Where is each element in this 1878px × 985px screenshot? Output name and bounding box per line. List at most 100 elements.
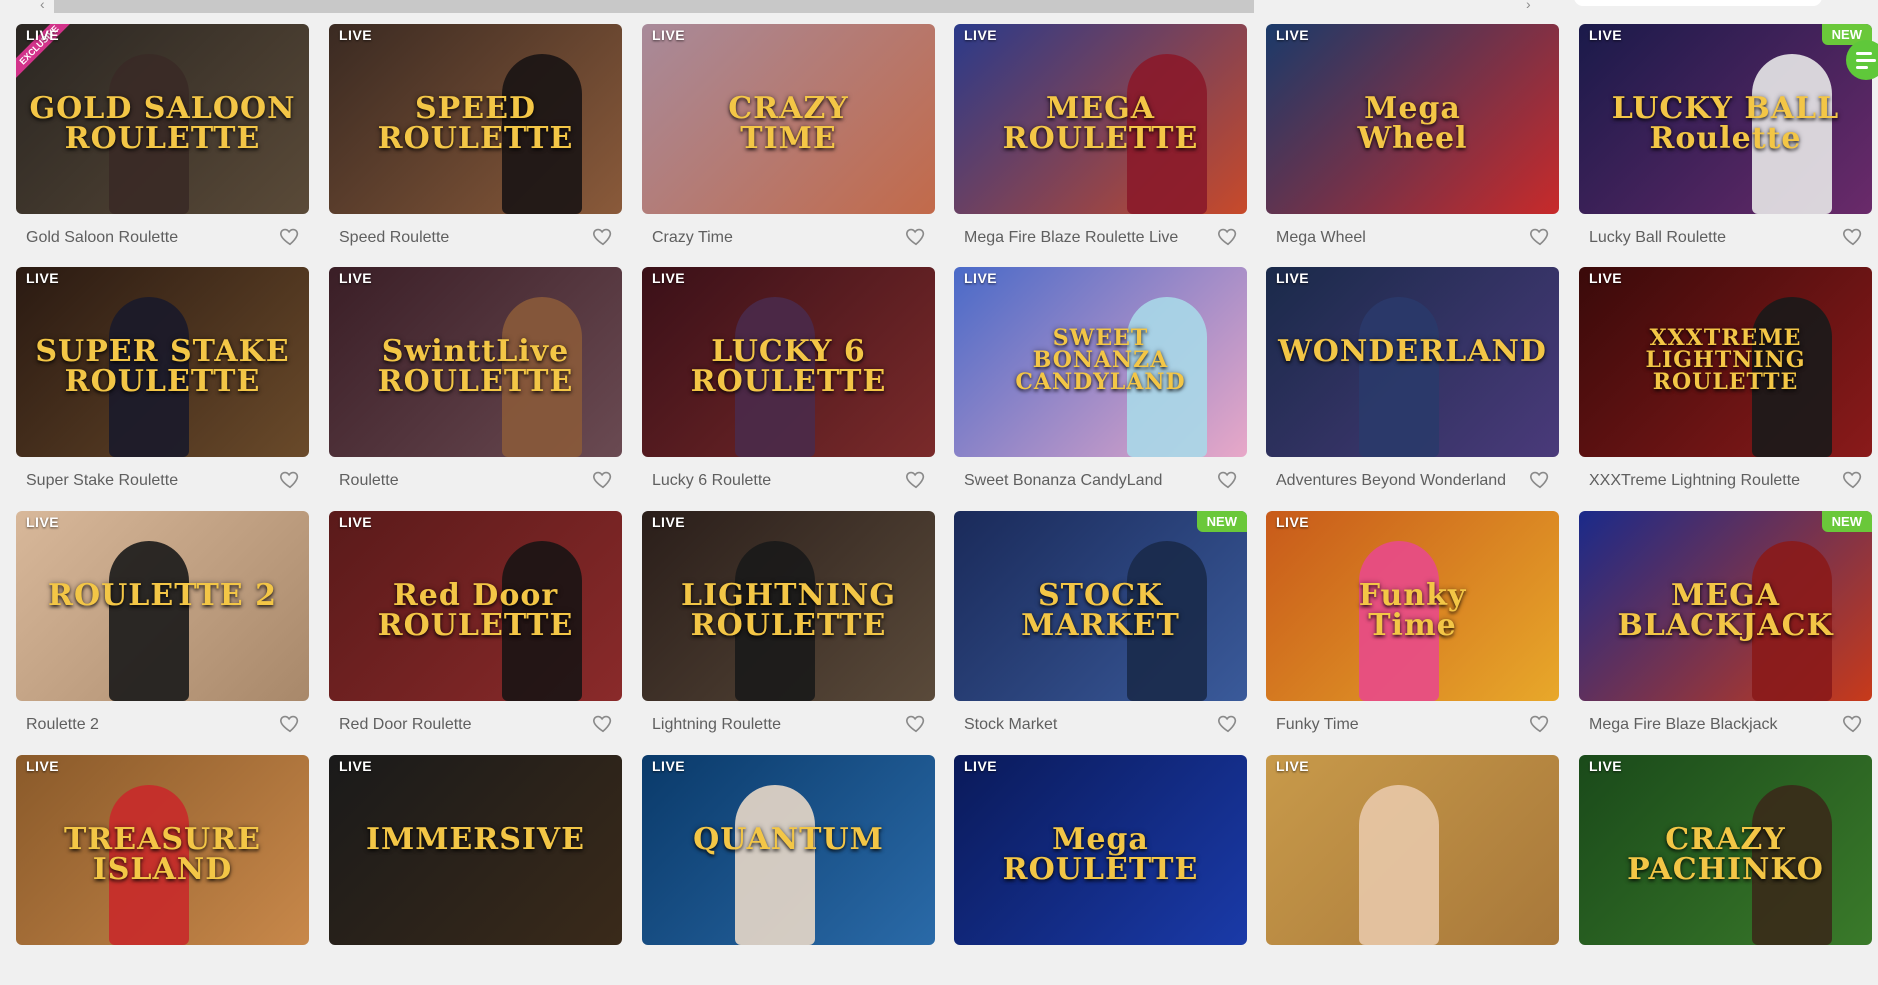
favorite-heart-icon[interactable]: [279, 712, 301, 734]
favorite-heart-icon[interactable]: [1842, 712, 1864, 734]
presenter-image: [1359, 785, 1439, 945]
game-card[interactable]: Mega ROULETTE LIVE: [954, 755, 1247, 985]
game-title[interactable]: Super Stake Roulette: [26, 472, 271, 490]
game-title[interactable]: Lightning Roulette: [652, 716, 897, 734]
live-badge: LIVE: [652, 270, 686, 286]
presenter-image: [109, 541, 189, 701]
game-card[interactable]: QUANTUM LIVE: [642, 755, 935, 985]
game-card[interactable]: LUCKY BALL Roulette LIVE NEW Lucky Ball Rou…: [1579, 24, 1872, 254]
game-thumbnail[interactable]: MEGA BLACKJACK NEW: [1579, 511, 1872, 701]
game-thumbnail[interactable]: Mega ROULETTE LIVE: [954, 755, 1247, 945]
game-thumbnail[interactable]: WONDERLAND LIVE: [1266, 267, 1559, 457]
scroll-left-icon[interactable]: ‹: [40, 0, 45, 11]
menu-icon: [1856, 52, 1872, 55]
game-thumbnail[interactable]: CRAZY PACHINKO LIVE: [1579, 755, 1872, 945]
favorite-heart-icon[interactable]: [592, 225, 614, 247]
game-logo: ROULETTE 2: [48, 578, 277, 613]
new-badge: NEW: [1821, 511, 1872, 532]
game-card[interactable]: SwinttLive ROULETTE LIVE Roulette: [329, 267, 622, 497]
favorite-heart-icon[interactable]: [1529, 225, 1551, 247]
favorite-heart-icon[interactable]: [1842, 468, 1864, 490]
search-input[interactable]: [1574, 0, 1822, 6]
favorite-heart-icon[interactable]: [279, 468, 301, 490]
game-card[interactable]: SPEED ROULETTE LIVE Speed Roulette: [329, 24, 622, 254]
live-badge: LIVE: [26, 758, 60, 774]
favorite-heart-icon[interactable]: [905, 225, 927, 247]
game-thumbnail[interactable]: STOCK MARKET NEW: [954, 511, 1247, 701]
game-title[interactable]: XXXTreme Lightning Roulette: [1589, 472, 1834, 490]
game-card[interactable]: STOCK MARKET NEW Stock Market: [954, 511, 1247, 741]
favorite-heart-icon[interactable]: [1217, 468, 1239, 490]
game-card[interactable]: SUPER STAKE ROULETTE LIVE Super Stake Roul…: [16, 267, 309, 497]
game-thumbnail[interactable]: ROULETTE 2 LIVE: [16, 511, 309, 701]
scroll-thumb[interactable]: [54, 0, 1254, 13]
game-card[interactable]: ROULETTE 2 LIVE Roulette 2: [16, 511, 309, 741]
game-thumbnail[interactable]: Mega Wheel LIVE: [1266, 24, 1559, 214]
game-card[interactable]: WONDERLAND LIVE Adventures Beyond Wonderla…: [1266, 267, 1559, 497]
game-logo: STOCK MARKET: [1021, 578, 1180, 643]
favorite-heart-icon[interactable]: [1217, 712, 1239, 734]
favorite-heart-icon[interactable]: [905, 712, 927, 734]
favorite-heart-icon[interactable]: [905, 468, 927, 490]
game-title[interactable]: Mega Fire Blaze Blackjack: [1589, 716, 1834, 734]
game-thumbnail[interactable]: LIGHTNING ROULETTE LIVE: [642, 511, 935, 701]
game-card[interactable]: Funky Time LIVE Funky Time: [1266, 511, 1559, 741]
game-title[interactable]: Red Door Roulette: [339, 716, 584, 734]
favorite-heart-icon[interactable]: [279, 225, 301, 247]
game-thumbnail[interactable]: XXXTREME LIGHTNING ROULETTE LIVE: [1579, 267, 1872, 457]
game-card[interactable]: SWEET BONANZA CANDYLAND LIVE Sweet Bonanza…: [954, 267, 1247, 497]
game-card[interactable]: Mega Wheel LIVE Mega Wheel: [1266, 24, 1559, 254]
game-thumbnail[interactable]: LIVE: [1266, 755, 1559, 945]
game-card[interactable]: LIGHTNING ROULETTE LIVE Lightning Roulette: [642, 511, 935, 741]
game-thumbnail[interactable]: GOLD SALOON ROULETTE EXCLUSIVE LIVE: [16, 24, 309, 214]
game-title[interactable]: Stock Market: [964, 716, 1209, 734]
game-thumbnail[interactable]: SWEET BONANZA CANDYLAND LIVE: [954, 267, 1247, 457]
game-card[interactable]: CRAZY PACHINKO LIVE: [1579, 755, 1872, 985]
game-thumbnail[interactable]: CRAZY TIME LIVE: [642, 24, 935, 214]
game-card[interactable]: XXXTREME LIGHTNING ROULETTE LIVE XXXTreme …: [1579, 267, 1872, 497]
live-badge: LIVE: [1589, 758, 1623, 774]
game-thumbnail[interactable]: IMMERSIVE LIVE: [329, 755, 622, 945]
game-thumbnail[interactable]: MEGA ROULETTE LIVE: [954, 24, 1247, 214]
game-card[interactable]: Red Door ROULETTE LIVE Red Door Roulette: [329, 511, 622, 741]
game-thumbnail[interactable]: Red Door ROULETTE LIVE: [329, 511, 622, 701]
game-title[interactable]: Funky Time: [1276, 716, 1521, 734]
game-title[interactable]: Sweet Bonanza CandyLand: [964, 472, 1209, 490]
favorite-heart-icon[interactable]: [1842, 225, 1864, 247]
game-card[interactable]: CRAZY TIME LIVE Crazy Time: [642, 24, 935, 254]
game-thumbnail[interactable]: QUANTUM LIVE: [642, 755, 935, 945]
favorite-heart-icon[interactable]: [1217, 225, 1239, 247]
chat-button[interactable]: [1846, 40, 1878, 80]
live-badge: LIVE: [339, 514, 373, 530]
game-title[interactable]: Mega Wheel: [1276, 229, 1521, 247]
game-thumbnail[interactable]: Funky Time LIVE: [1266, 511, 1559, 701]
game-title[interactable]: Lucky 6 Roulette: [652, 472, 897, 490]
game-card[interactable]: TREASURE ISLAND LIVE: [16, 755, 309, 985]
favorite-heart-icon[interactable]: [1529, 468, 1551, 490]
game-card[interactable]: LIVE: [1266, 755, 1559, 985]
favorite-heart-icon[interactable]: [1529, 712, 1551, 734]
favorite-heart-icon[interactable]: [592, 468, 614, 490]
game-thumbnail[interactable]: TREASURE ISLAND LIVE: [16, 755, 309, 945]
game-card[interactable]: GOLD SALOON ROULETTE EXCLUSIVE LIVE Gold Sa…: [16, 24, 309, 254]
game-title[interactable]: Mega Fire Blaze Roulette Live: [964, 229, 1209, 247]
game-card[interactable]: IMMERSIVE LIVE: [329, 755, 622, 985]
game-thumbnail[interactable]: SUPER STAKE ROULETTE LIVE: [16, 267, 309, 457]
game-thumbnail[interactable]: LUCKY BALL Roulette LIVE NEW: [1579, 24, 1872, 214]
game-thumbnail[interactable]: LUCKY 6 ROULETTE LIVE: [642, 267, 935, 457]
game-title[interactable]: Adventures Beyond Wonderland: [1276, 472, 1521, 490]
live-badge: LIVE: [26, 514, 60, 530]
game-thumbnail[interactable]: SwinttLive ROULETTE LIVE: [329, 267, 622, 457]
game-title[interactable]: Roulette: [339, 472, 584, 490]
game-card[interactable]: MEGA BLACKJACK NEW Mega Fire Blaze Blackja…: [1579, 511, 1872, 741]
game-thumbnail[interactable]: SPEED ROULETTE LIVE: [329, 24, 622, 214]
scroll-right-icon[interactable]: ›: [1526, 0, 1531, 11]
game-title[interactable]: Lucky Ball Roulette: [1589, 229, 1834, 247]
game-card[interactable]: MEGA ROULETTE LIVE Mega Fire Blaze Roulett…: [954, 24, 1247, 254]
game-title[interactable]: Speed Roulette: [339, 229, 584, 247]
game-title[interactable]: Crazy Time: [652, 229, 897, 247]
game-card[interactable]: LUCKY 6 ROULETTE LIVE Lucky 6 Roulette: [642, 267, 935, 497]
game-title[interactable]: Gold Saloon Roulette: [26, 229, 271, 247]
game-title[interactable]: Roulette 2: [26, 716, 271, 734]
favorite-heart-icon[interactable]: [592, 712, 614, 734]
